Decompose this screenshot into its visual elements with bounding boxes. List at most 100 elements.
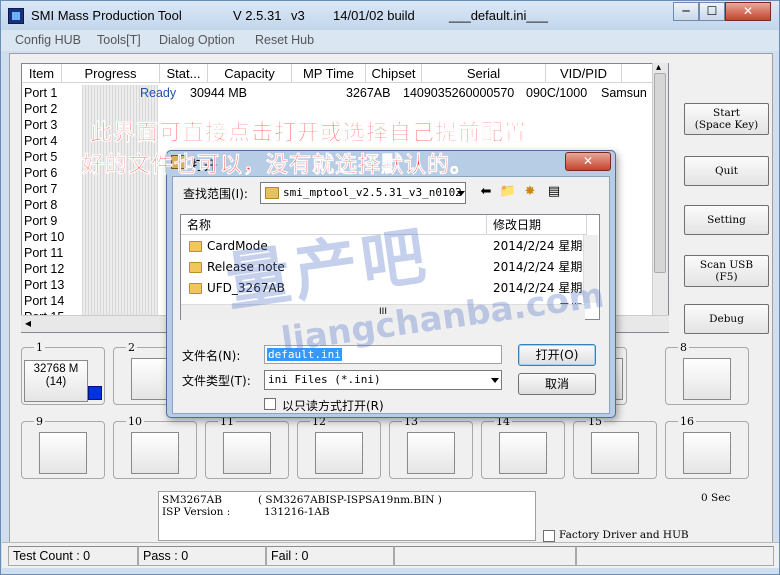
progress-bar <box>82 277 158 293</box>
scan-usb-shortcut: (F5) <box>715 271 738 283</box>
app-icon <box>8 8 24 24</box>
back-icon[interactable]: ⬅ <box>477 183 495 201</box>
new-folder-icon[interactable]: ✸ <box>521 183 539 201</box>
slot-number: 16 <box>678 415 696 428</box>
scroll-up-icon[interactable]: ▴ <box>656 62 661 73</box>
port-serial: 1409035260000570 <box>403 86 515 100</box>
ini-file-name: ___default.ini___ <box>449 8 549 23</box>
port-list-vscroll-thumb[interactable] <box>654 73 666 273</box>
debug-label: Debug <box>709 313 744 325</box>
setting-label: Setting <box>707 214 746 226</box>
cancel-button[interactable]: 取消 <box>518 373 596 395</box>
progress-bar <box>82 213 158 229</box>
slot-11[interactable]: 11 <box>205 415 289 479</box>
start-label: Start <box>713 107 740 119</box>
port-item: Port 9 <box>24 214 58 228</box>
progress-bar <box>82 245 158 261</box>
column-modified[interactable]: 修改日期 <box>487 215 587 235</box>
status-pane <box>394 546 576 566</box>
progress-bar <box>82 293 158 309</box>
slot-1[interactable]: 1 32768 M (14) <box>21 341 105 405</box>
pass-count: Pass : 0 <box>138 546 266 566</box>
slot-9[interactable]: 9 <box>21 415 105 479</box>
slot-number: 1 <box>34 341 45 354</box>
isp-version-value: 131216-1AB <box>264 506 330 518</box>
slot-12[interactable]: 12 <box>297 415 381 479</box>
dialog-close-button[interactable]: ✕ <box>565 152 611 171</box>
maximize-button[interactable]: ☐ <box>699 2 725 21</box>
port-item: Port 2 <box>24 102 58 116</box>
port-row[interactable]: Port 1 Ready 30944 MB 3267AB 14090352600… <box>22 85 668 101</box>
view-menu-icon[interactable]: ▤ <box>545 183 563 201</box>
slot-indicator <box>223 432 271 474</box>
menu-dialog-option[interactable]: Dialog Option <box>159 33 235 47</box>
column-capacity[interactable]: Capacity <box>208 64 292 83</box>
factory-driver-checkbox[interactable] <box>543 530 555 542</box>
status-bar: Test Count : 0 Pass : 0 Fail : 0 <box>2 542 779 568</box>
chip-name: SM3267AB <box>162 494 222 506</box>
port-item: Port 8 <box>24 198 58 212</box>
port-item: Port 10 <box>24 230 65 244</box>
slot-14[interactable]: 14 <box>481 415 565 479</box>
scroll-left-icon[interactable]: ◂ <box>25 316 31 330</box>
slot-indicator <box>315 432 363 474</box>
port-vid-pid: 090C/1000 <box>526 86 588 100</box>
close-icon: ✕ <box>582 154 594 168</box>
cancel-label: 取消 <box>544 377 569 391</box>
close-button[interactable]: ✕ <box>725 2 771 21</box>
slot-indicator <box>131 432 179 474</box>
folder-icon <box>265 187 279 199</box>
app-title: SMI Mass Production Tool <box>31 8 182 23</box>
column-vid-pid[interactable]: VID/PID <box>546 64 622 83</box>
column-serial[interactable]: Serial <box>422 64 546 83</box>
debug-button[interactable]: Debug <box>684 304 769 334</box>
title-bar[interactable]: SMI Mass Production Tool V 2.5.31 v3 14/… <box>1 1 779 30</box>
look-in-label: 查找范围(I): <box>183 187 248 201</box>
slot-16[interactable]: 16 <box>665 415 749 479</box>
slot-8[interactable]: 8 <box>665 341 749 405</box>
folder-icon <box>189 262 202 273</box>
port-item: Port 1 <box>24 86 58 100</box>
look-in-select[interactable]: smi_mptool_v2.5.31_v3_n0102 <box>260 182 466 204</box>
minimize-button[interactable]: ─ <box>673 2 699 21</box>
start-button[interactable]: Start (Space Key) <box>684 103 769 135</box>
chevron-down-icon[interactable] <box>457 191 465 196</box>
menu-tools[interactable]: Tools[T] <box>97 33 141 47</box>
column-chipset[interactable]: Chipset <box>366 64 422 83</box>
open-button[interactable]: 打开(O) <box>518 344 596 366</box>
slot-indicator <box>683 432 731 474</box>
build-variant: v3 <box>291 8 305 23</box>
annotation-line-1: 此界面可直接点击打开或选择自己提前配置 <box>90 121 528 147</box>
slot-10[interactable]: 10 <box>113 415 197 479</box>
slot-indicator <box>407 432 455 474</box>
menu-reset-hub[interactable]: Reset Hub <box>255 33 314 47</box>
slot-15[interactable]: 15 <box>573 415 657 479</box>
minimize-icon: ─ <box>682 4 690 18</box>
slot-indicator <box>683 358 731 400</box>
filetype-select[interactable]: ini Files (*.ini) <box>264 370 502 390</box>
folder-icon <box>189 283 202 294</box>
setting-button[interactable]: Setting <box>684 205 769 235</box>
slot-number: 8 <box>678 341 689 354</box>
file-date: 2014/2/24 星期一 <box>493 260 585 274</box>
port-item: Port 4 <box>24 134 58 148</box>
column-item[interactable]: Item <box>22 64 62 83</box>
quit-button[interactable]: Quit <box>684 156 769 186</box>
scan-usb-button[interactable]: Scan USB (F5) <box>684 255 769 287</box>
readonly-label: 以只读方式打开(R) <box>282 399 384 413</box>
chevron-down-icon[interactable] <box>491 378 499 383</box>
chip-info-line-1: SM3267AB ( SM3267ABISP-ISPSA19nm.BIN ) <box>162 494 532 506</box>
slot-13[interactable]: 13 <box>389 415 473 479</box>
column-status[interactable]: Stat... <box>160 64 208 83</box>
readonly-checkbox[interactable] <box>264 398 276 410</box>
folder-icon <box>189 241 202 252</box>
column-progress[interactable]: Progress <box>62 64 160 83</box>
port-capacity: 30944 MB <box>190 86 247 100</box>
fail-count: Fail : 0 <box>266 546 394 566</box>
up-folder-icon[interactable]: 📁 <box>499 183 517 201</box>
menu-config-hub[interactable]: Config HUB <box>15 33 81 47</box>
slot-indicator <box>499 432 547 474</box>
slot-1-status-led <box>88 386 102 400</box>
slot-number: 2 <box>126 341 137 354</box>
column-mp-time[interactable]: MP Time <box>292 64 366 83</box>
